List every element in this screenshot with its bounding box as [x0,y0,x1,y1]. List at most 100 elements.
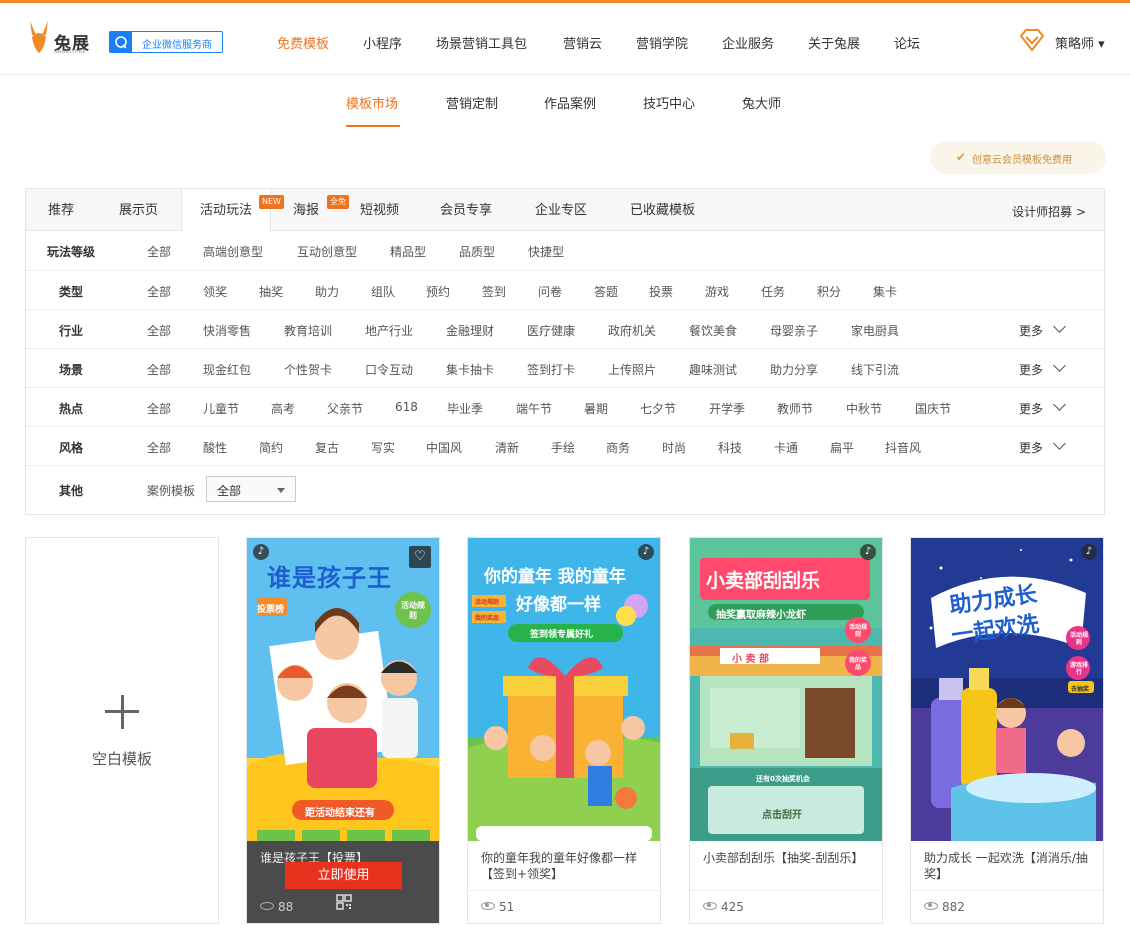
more-scene-button[interactable]: 更多 [1019,359,1066,378]
filter-option[interactable]: 个性贺卡 [284,361,332,378]
filter-option[interactable]: 快捷型 [528,243,564,260]
filter-option[interactable]: 暑期 [584,400,608,417]
more-style-button[interactable]: 更多 [1019,437,1066,456]
tab-poster[interactable]: 海报 [293,189,319,231]
blank-template-card[interactable]: 空白模板 [25,537,219,924]
nav-enterprise-service[interactable]: 企业服务 [722,33,774,52]
filter-option[interactable]: 手绘 [551,439,575,456]
filter-option[interactable]: 毕业季 [447,400,483,417]
filter-option[interactable]: 中秋节 [846,400,882,417]
filter-option[interactable]: 抖音风 [885,439,921,456]
filter-option[interactable]: 全部 [147,283,171,300]
nav-mini-program[interactable]: 小程序 [363,33,402,52]
filter-option[interactable]: 精品型 [390,243,426,260]
filter-option[interactable]: 家电厨具 [851,322,899,339]
filter-option[interactable]: 集卡 [873,283,897,300]
filter-option[interactable]: 教师节 [777,400,813,417]
music-icon[interactable]: ♪ [253,544,269,560]
filter-option[interactable]: 科技 [718,439,742,456]
subnav-marketing-custom[interactable]: 营销定制 [446,93,498,112]
filter-option[interactable]: 医疗健康 [527,322,575,339]
filter-option[interactable]: 酸性 [203,439,227,456]
filter-option[interactable]: 国庆节 [915,400,951,417]
filter-option[interactable]: 餐饮美食 [689,322,737,339]
more-industry-button[interactable]: 更多 [1019,320,1066,339]
filter-option[interactable]: 中国风 [426,439,462,456]
favorite-heart-icon[interactable]: ♡ [409,546,431,568]
tab-short-video[interactable]: 短视频 [360,189,399,231]
subnav-template-market[interactable]: 模板市场 [346,93,398,112]
filter-option[interactable]: 儿童节 [203,400,239,417]
nav-free-templates[interactable]: 免费模板 [277,33,329,52]
filter-option[interactable]: 投票 [649,283,673,300]
filter-option[interactable]: 商务 [606,439,630,456]
wechat-service-badge[interactable]: 企业微信服务商 [109,31,223,53]
subnav-rabbit-master[interactable]: 兔大师 [742,93,781,112]
subnav-tips-center[interactable]: 技巧中心 [643,93,695,112]
designer-recruit-link[interactable]: 设计师招募 > [1012,203,1086,220]
music-icon[interactable]: ♪ [860,544,876,560]
filter-option[interactable]: 简约 [259,439,283,456]
tab-enterprise[interactable]: 企业专区 [535,189,587,231]
filter-option[interactable]: 组队 [371,283,395,300]
member-promo-button[interactable]: ✔ 创意云会员模板免费用 [930,141,1106,174]
nav-forum[interactable]: 论坛 [894,33,920,52]
filter-option[interactable]: 写实 [371,439,395,456]
filter-option[interactable]: 全部 [147,400,171,417]
filter-option[interactable]: 品质型 [459,243,495,260]
filter-option[interactable]: 卡通 [774,439,798,456]
qr-code-icon[interactable] [336,894,352,910]
template-card[interactable]: 助力成长 一起欢洗 活动规则 游戏排行 去抽奖 ♪ 助力成长 一起欢洗【消消乐/… [910,537,1104,924]
filter-option[interactable]: 端午节 [516,400,552,417]
filter-option[interactable]: 问卷 [538,283,562,300]
filter-option[interactable]: 上传照片 [608,361,656,378]
filter-option[interactable]: 游戏 [705,283,729,300]
filter-option[interactable]: 父亲节 [327,400,363,417]
filter-option[interactable]: 签到打卡 [527,361,575,378]
tab-member-exclusive[interactable]: 会员专享 [440,189,492,231]
more-hot-button[interactable]: 更多 [1019,398,1066,417]
filter-option[interactable]: 高端创意型 [203,243,263,260]
filter-option[interactable]: 时尚 [662,439,686,456]
filter-option[interactable]: 抽奖 [259,283,283,300]
use-now-button[interactable]: 立即使用 [285,862,402,889]
filter-option[interactable]: 积分 [817,283,841,300]
filter-option[interactable]: 金融理财 [446,322,494,339]
subnav-case-studies[interactable]: 作品案例 [544,93,596,112]
nav-marketing-academy[interactable]: 营销学院 [636,33,688,52]
music-icon[interactable]: ♪ [1081,544,1097,560]
logo[interactable]: 兔展 RABBITPRE [26,19,96,59]
filter-option[interactable]: 全部 [147,361,171,378]
filter-option[interactable]: 口令互动 [365,361,413,378]
nav-marketing-toolkit[interactable]: 场景营销工具包 [436,33,527,52]
tab-showcase[interactable]: 展示页 [119,189,158,231]
filter-option[interactable]: 复古 [315,439,339,456]
filter-option[interactable]: 教育培训 [284,322,332,339]
filter-option[interactable]: 地产行业 [365,322,413,339]
filter-option[interactable]: 开学季 [709,400,745,417]
filter-option[interactable]: 签到 [482,283,506,300]
filter-option[interactable]: 集卡抽卡 [446,361,494,378]
nav-marketing-cloud[interactable]: 营销云 [563,33,602,52]
filter-option[interactable]: 政府机关 [608,322,656,339]
template-card[interactable]: 小卖部刮刮乐 抽奖赢取麻辣小龙虾 小 卖 部 活动规则 我的奖品 还有0次抽奖机… [689,537,883,924]
music-icon[interactable]: ♪ [638,544,654,560]
filter-option[interactable]: 趣味测试 [689,361,737,378]
filter-option[interactable]: 全部 [147,439,171,456]
filter-option[interactable]: 全部 [147,243,171,260]
filter-option[interactable]: 助力 [315,283,339,300]
template-card[interactable]: 你的童年 我的童年 好像都一样 签到领专属好礼 活动规则 我的奖品 ♪ 你的童年… [467,537,661,924]
filter-option[interactable]: 助力分享 [770,361,818,378]
tab-recommend[interactable]: 推荐 [48,189,74,231]
filter-option[interactable]: 现金红包 [203,361,251,378]
filter-option[interactable]: 扁平 [830,439,854,456]
filter-option[interactable]: 618 [395,400,418,414]
tab-activity[interactable]: 活动玩法 [181,189,272,232]
filter-option[interactable]: 互动创意型 [297,243,357,260]
filter-option[interactable]: 快消零售 [203,322,251,339]
filter-option[interactable]: 线下引流 [851,361,899,378]
filter-option[interactable]: 领奖 [203,283,227,300]
filter-option[interactable]: 七夕节 [640,400,676,417]
filter-option[interactable]: 预约 [426,283,450,300]
filter-option[interactable]: 答题 [594,283,618,300]
